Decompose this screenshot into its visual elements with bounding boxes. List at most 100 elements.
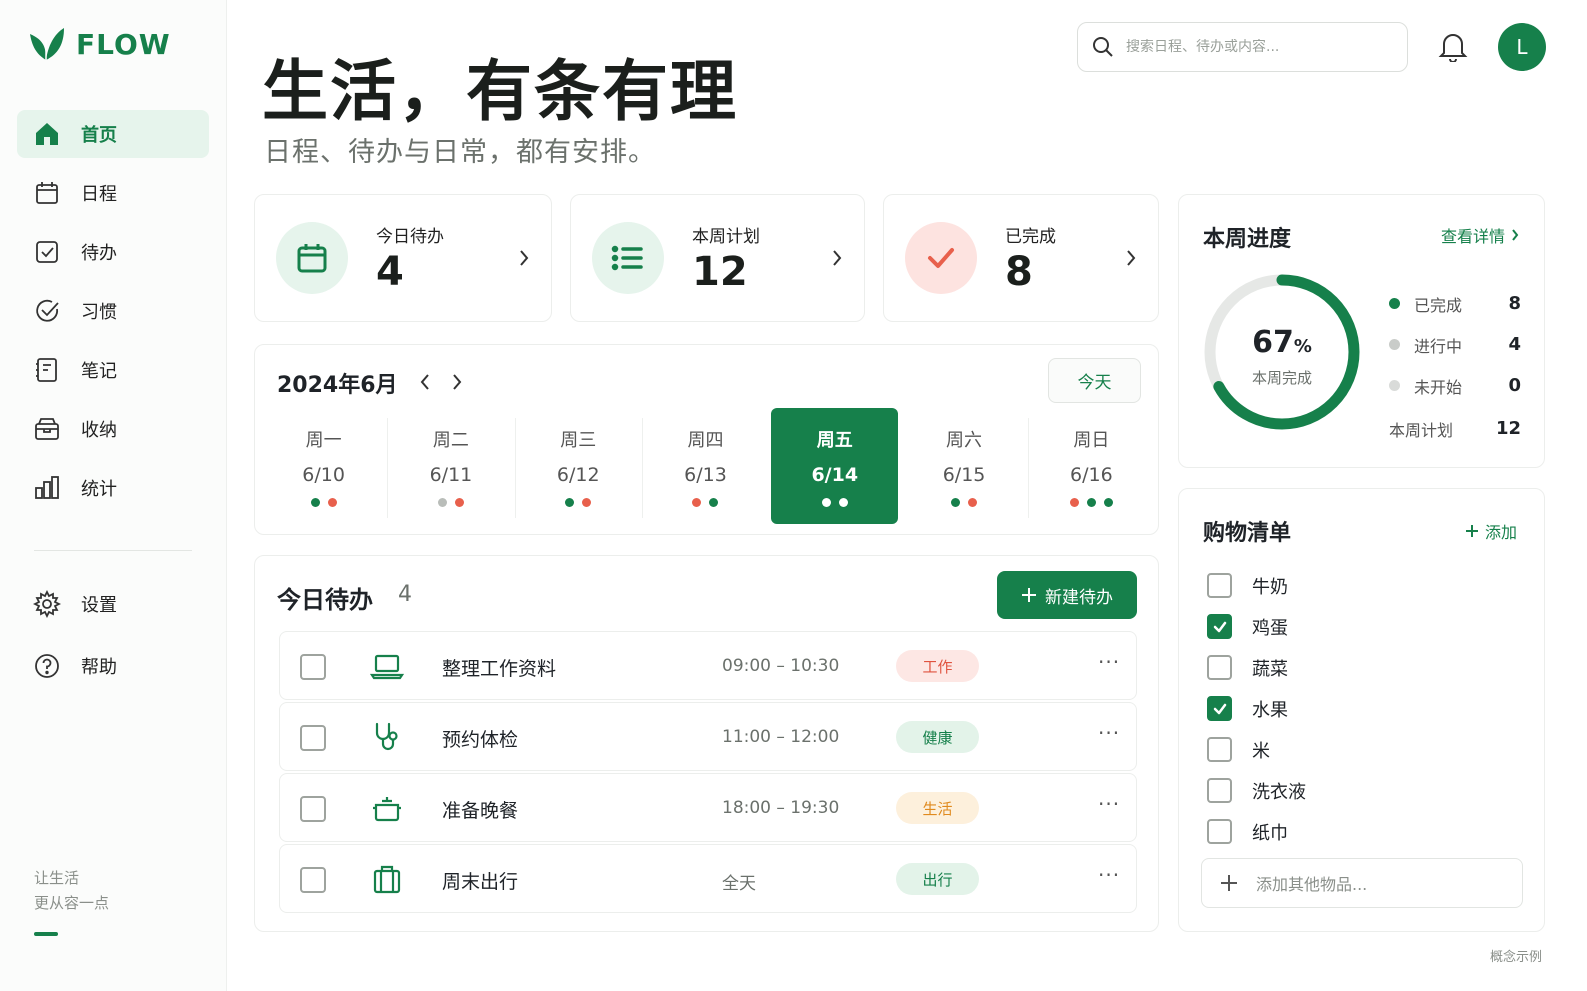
calendar-day[interactable]: 周二 6/11 (387, 408, 514, 524)
todo-title: 今日待办 (277, 586, 373, 614)
legend-item-not-started: 未开始 0 (1389, 365, 1521, 406)
shopping-checkbox[interactable] (1207, 737, 1232, 762)
stat-label: 今日待办 (376, 226, 444, 247)
page-subtitle: 日程、待办与日常，都有安排。 (264, 137, 656, 168)
notifications-button[interactable] (1438, 30, 1468, 66)
week-progress-panel: 本周进度 查看详情 67% 本周完成 已完成 8 进行中 4 未开始 0 本周计… (1178, 194, 1545, 468)
shopping-item[interactable]: 水果 (1207, 688, 1306, 729)
todo-count: 4 (398, 582, 412, 607)
sidebar-item-label: 帮助 (81, 657, 117, 678)
todo-checkbox[interactable] (300, 867, 326, 893)
stat-icon-bg (276, 222, 348, 294)
calendar-day[interactable]: 周六 6/15 (900, 408, 1027, 524)
sidebar-item-storage[interactable]: 收纳 (17, 405, 209, 453)
today-button[interactable]: 今天 (1048, 358, 1141, 403)
shopping-checkbox[interactable] (1207, 696, 1232, 721)
todo-checkbox[interactable] (300, 725, 326, 751)
stat-card-completed[interactable]: 已完成 8 (883, 194, 1159, 322)
legend-item-total: 本周计划 12 (1389, 418, 1521, 440)
shopping-checkbox[interactable] (1207, 655, 1232, 680)
todo-row[interactable]: 预约体检 11:00 – 12:00 健康 ··· (279, 702, 1137, 771)
chevron-right-icon[interactable] (449, 371, 465, 393)
event-dot (821, 498, 831, 507)
shopping-add-button[interactable]: 添加 (1465, 519, 1517, 543)
logo[interactable]: FLOW (26, 26, 171, 62)
more-icon[interactable]: ··· (1098, 721, 1120, 745)
day-dots (260, 498, 387, 507)
todo-row[interactable]: 准备晚餐 18:00 – 19:30 生活 ··· (279, 773, 1137, 842)
shopping-item[interactable]: 牛奶 (1207, 565, 1306, 606)
leaf-logo-icon (30, 28, 64, 60)
todo-tag: 健康 (896, 721, 979, 753)
calendar-day[interactable]: 周三 6/12 (514, 408, 642, 524)
new-todo-button[interactable]: 新建待办 (997, 571, 1137, 619)
calendar-day-selected[interactable]: 周五 6/14 (771, 408, 899, 524)
todo-row[interactable]: 周末出行 全天 出行 ··· (279, 844, 1137, 913)
concept-note: 概念示例 (1490, 950, 1543, 965)
todo-checkbox[interactable] (300, 654, 326, 680)
bell-icon (1438, 34, 1468, 63)
search-input[interactable] (1126, 39, 1386, 55)
event-dot (1103, 498, 1113, 507)
sidebar-item-help[interactable]: 帮助 (17, 642, 209, 690)
todo-tag: 工作 (896, 650, 979, 682)
page-title: 生活，有条有理 (262, 53, 738, 130)
sidebar-item-habits[interactable]: 习惯 (17, 287, 209, 335)
shopping-item[interactable]: 蔬菜 (1207, 647, 1306, 688)
todo-title-text: 整理工作资料 (442, 658, 557, 680)
sidebar-item-label: 设置 (81, 595, 117, 616)
todo-list: 整理工作资料 09:00 – 10:30 工作 ··· 预约体检 11:00 –… (279, 631, 1137, 915)
more-icon[interactable]: ··· (1098, 863, 1120, 887)
cooking-pot-icon (373, 797, 401, 822)
add-other-item-input[interactable]: 添加其他物品... (1201, 858, 1523, 908)
more-icon[interactable]: ··· (1098, 792, 1120, 816)
stat-value: 12 (692, 248, 748, 295)
event-dot (454, 498, 464, 507)
sidebar-item-stats[interactable]: 统计 (17, 464, 209, 512)
sidebar-item-todo[interactable]: 待办 (17, 228, 209, 276)
todo-checkbox[interactable] (300, 796, 326, 822)
day-dots (387, 498, 514, 507)
shopping-checkbox[interactable] (1207, 819, 1232, 844)
search-box[interactable] (1077, 22, 1408, 72)
calendar-days: 周一 6/10 周二 6/11 周三 6/12 周四 6/13 周五 6/14 … (260, 408, 1155, 524)
sidebar-item-label: 习惯 (81, 302, 117, 323)
shopping-item[interactable]: 洗衣液 (1207, 770, 1306, 811)
avatar[interactable]: L (1498, 23, 1546, 71)
event-dot (838, 498, 848, 507)
shopping-checkbox[interactable] (1207, 778, 1232, 803)
calendar-day[interactable]: 周一 6/10 (260, 408, 387, 524)
app-name: FLOW (76, 27, 171, 61)
tagline-accent-bar (34, 932, 58, 936)
more-icon[interactable]: ··· (1098, 650, 1120, 674)
sidebar-item-settings[interactable]: 设置 (17, 580, 209, 628)
view-details-link[interactable]: 查看详情 (1441, 223, 1519, 247)
shopping-item[interactable]: 纸巾 (1207, 811, 1306, 852)
calendar-day[interactable]: 周日 6/16 (1027, 408, 1155, 524)
sidebar-item-home[interactable]: 首页 (17, 110, 209, 158)
chevron-right-icon (520, 250, 529, 266)
stat-card-week-plan[interactable]: 本周计划 12 (570, 194, 865, 322)
legend-item-completed: 已完成 8 (1389, 283, 1521, 324)
stat-card-today-todo[interactable]: 今日待办 4 (254, 194, 552, 322)
sidebar-item-schedule[interactable]: 日程 (17, 169, 209, 217)
event-dot (310, 498, 320, 507)
stethoscope-icon (375, 722, 398, 751)
chevron-left-icon[interactable] (417, 371, 433, 393)
shopping-checkbox[interactable] (1207, 614, 1232, 639)
shopping-checkbox[interactable] (1207, 573, 1232, 598)
shopping-item[interactable]: 米 (1207, 729, 1306, 770)
todo-time: 18:00 – 19:30 (722, 798, 840, 818)
shopping-item[interactable]: 鸡蛋 (1207, 606, 1306, 647)
home-icon (36, 123, 58, 145)
today-todo-panel: 今日待办 4 新建待办 整理工作资料 09:00 – 10:30 工作 ··· … (254, 555, 1159, 932)
laptop-icon (370, 654, 404, 680)
event-dot (709, 498, 719, 507)
sidebar-item-notes[interactable]: 笔记 (17, 346, 209, 394)
progress-title: 本周进度 (1203, 227, 1292, 252)
day-dots (515, 498, 642, 507)
event-dot (1086, 498, 1096, 507)
calendar-day[interactable]: 周四 6/13 (641, 408, 769, 524)
gear-icon (33, 590, 61, 618)
todo-row[interactable]: 整理工作资料 09:00 – 10:30 工作 ··· (279, 631, 1137, 700)
